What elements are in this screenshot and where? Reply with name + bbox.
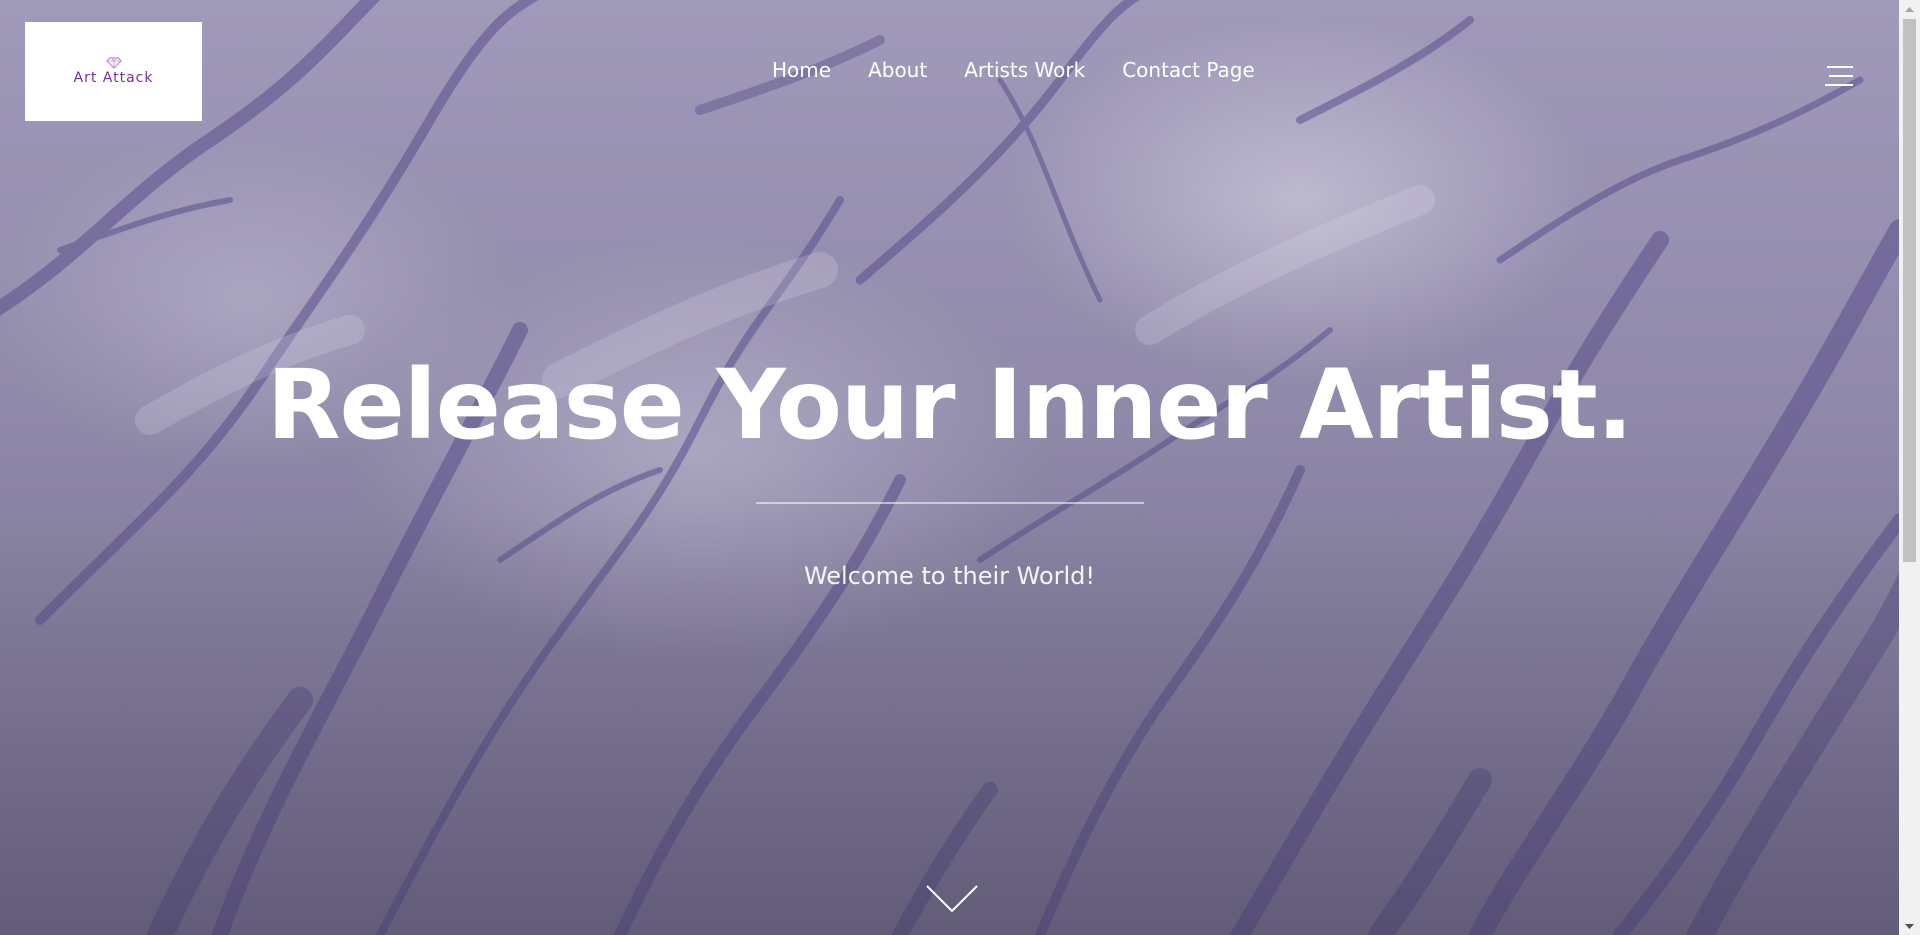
- nav-home[interactable]: Home: [772, 54, 831, 86]
- page-scrollbar[interactable]: [1899, 0, 1920, 935]
- diamond-heart-icon: [105, 57, 122, 69]
- nav-artists-work[interactable]: Artists Work: [964, 54, 1085, 86]
- hero-divider: [756, 502, 1144, 504]
- menu-line-bottom: [1825, 84, 1853, 86]
- menu-line-top: [1827, 66, 1853, 68]
- main-nav: Home About Artists Work Contact Page: [772, 58, 1255, 86]
- nav-contact-page[interactable]: Contact Page: [1122, 54, 1255, 86]
- hamburger-menu-icon[interactable]: [1825, 64, 1855, 88]
- hero-overlay: [0, 0, 1899, 935]
- scroll-down-arrow-icon[interactable]: [1899, 918, 1920, 935]
- scroll-up-arrow-icon[interactable]: [1899, 0, 1920, 17]
- page: Art Attack Home About Artists Work Conta…: [0, 0, 1920, 935]
- chevron-down-icon[interactable]: [924, 883, 980, 915]
- scrollbar-thumb[interactable]: [1903, 19, 1916, 562]
- menu-line-middle: [1829, 75, 1853, 77]
- hero-subtitle: Welcome to their World!: [803, 562, 1096, 590]
- site-logo[interactable]: Art Attack: [25, 22, 202, 121]
- nav-about[interactable]: About: [868, 54, 927, 86]
- hero-title: Release Your Inner Artist.: [266, 349, 1633, 461]
- logo-text: Art Attack: [73, 70, 154, 86]
